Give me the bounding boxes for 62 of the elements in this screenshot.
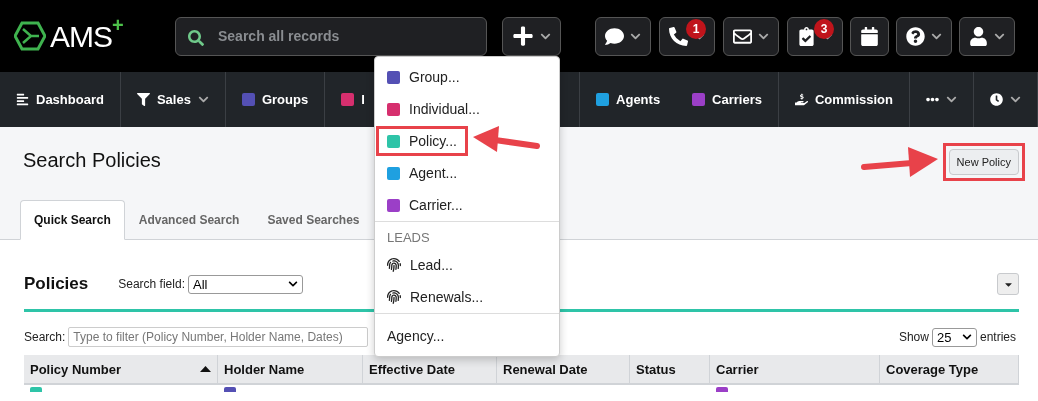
- field-label: Search field:: [118, 277, 185, 291]
- section-heading: Policies: [24, 274, 89, 294]
- notification-badge: 1: [686, 18, 706, 39]
- column-header[interactable]: Holder Name: [218, 355, 363, 385]
- help-button[interactable]: [896, 16, 952, 56]
- chevron-down-icon: [197, 94, 209, 105]
- calendar-icon: [860, 26, 879, 46]
- chevron-down-icon: [946, 94, 957, 105]
- search-tab[interactable]: Saved Searches: [253, 200, 374, 240]
- phone-button[interactable]: 1: [659, 16, 715, 56]
- fingerprint-icon: [387, 290, 401, 304]
- fingerprint-icon: [387, 258, 401, 272]
- chat-icon: [605, 26, 624, 46]
- help-icon: [906, 26, 925, 46]
- chevron-down-icon: [961, 332, 972, 342]
- menu-item[interactable]: Renewals...: [375, 281, 559, 313]
- menu-item[interactable]: Carrier...: [375, 189, 559, 221]
- search-tab[interactable]: Quick Search: [20, 200, 125, 240]
- plus-icon: [512, 25, 534, 47]
- logo-text: AMS$^{+}$: [50, 18, 123, 54]
- search-tab[interactable]: Advanced Search: [124, 200, 254, 240]
- chevron-down-icon: [287, 279, 298, 289]
- menu-item[interactable]: Lead...: [375, 249, 559, 281]
- calendar-button[interactable]: [850, 16, 889, 56]
- page-size-select[interactable]: 25: [931, 327, 977, 347]
- search-icon: [188, 29, 204, 46]
- notification-badge: 3: [814, 18, 834, 39]
- menu-item[interactable]: Policy...: [375, 125, 559, 157]
- hand-coin-icon: [795, 93, 808, 106]
- filter-icon: [136, 93, 150, 106]
- column-header[interactable]: Coverage Type: [880, 355, 1019, 385]
- column-header[interactable]: Policy Number: [24, 355, 218, 385]
- field-label: Show: [898, 330, 929, 344]
- clock-icon: [990, 93, 1003, 106]
- filter-field[interactable]: Type to filter (Policy Number, Holder Name, Dates): [68, 327, 369, 347]
- column-header[interactable]: Effective Date: [363, 355, 497, 385]
- menu-heading: LEADS: [386, 229, 431, 247]
- search-field-select[interactable]: All: [187, 274, 303, 294]
- column-header[interactable]: Renewal Date: [497, 355, 630, 385]
- chart-icon: [16, 93, 29, 106]
- tasks-button[interactable]: 3: [787, 16, 843, 56]
- menu-item[interactable]: Agency...: [375, 320, 559, 352]
- column-header[interactable]: Status: [630, 355, 710, 385]
- create-button[interactable]: [502, 16, 561, 56]
- new-policy-button[interactable]: New Policy: [948, 149, 1019, 175]
- chevron-down-icon: [1010, 94, 1021, 105]
- page-title: Search Policies: [23, 149, 161, 172]
- chat-button[interactable]: [595, 16, 651, 56]
- hexagon-logo-icon: [14, 21, 46, 51]
- clipboard-check-icon: [797, 26, 816, 46]
- search-field[interactable]: Search all records: [175, 16, 487, 56]
- field-label: Search:: [24, 330, 66, 344]
- user-icon: [969, 26, 988, 46]
- mail-icon: [733, 26, 752, 46]
- phone-icon: [669, 26, 688, 46]
- sort-up-icon: [200, 366, 211, 372]
- mail-button[interactable]: [723, 16, 779, 56]
- user-button[interactable]: [959, 16, 1015, 56]
- column-header[interactable]: Carrier: [710, 355, 880, 385]
- collapse-button[interactable]: [997, 273, 1019, 295]
- field-label: entries: [979, 330, 1016, 344]
- menu-item[interactable]: Agent...: [375, 157, 559, 189]
